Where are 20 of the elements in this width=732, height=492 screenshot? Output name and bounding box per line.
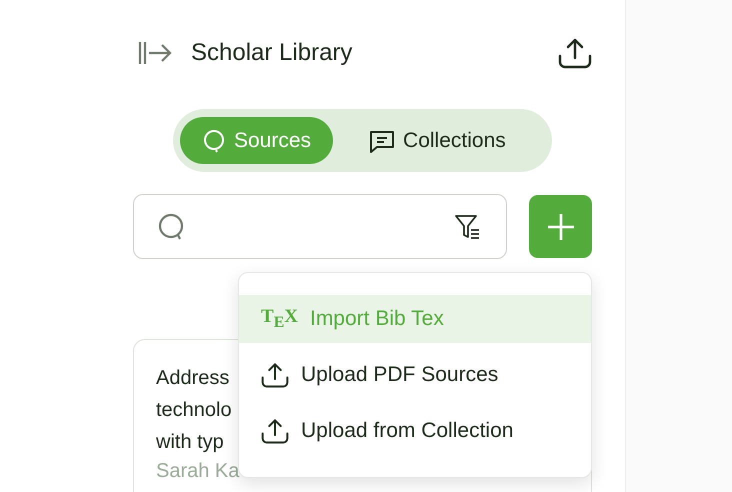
upload-icon [261, 417, 289, 445]
menu-item[interactable]: Upload PDF Sources [239, 351, 591, 399]
menu-item[interactable]: Upload from Collection [239, 407, 591, 455]
chat-icon [369, 128, 396, 152]
source-title-line: Address [156, 366, 230, 391]
source-title-line: technolo [156, 398, 232, 423]
upload-icon [261, 361, 289, 389]
add-button[interactable] [529, 195, 592, 258]
app-title: Scholar Library [191, 39, 354, 67]
tab[interactable]: Collections [347, 117, 528, 164]
search-field[interactable] [133, 194, 507, 259]
source-title-line: with typ [156, 430, 224, 455]
sidebar-expand-icon[interactable] [137, 40, 173, 66]
upload-icon[interactable] [558, 37, 592, 69]
search-icon [202, 128, 226, 152]
tex-logo: T$_{E}$X [261, 306, 298, 332]
source-authors: Sarah Ka [156, 459, 240, 484]
plus-icon [546, 212, 574, 240]
filter-icon[interactable] [454, 212, 482, 240]
search-icon [158, 212, 186, 240]
